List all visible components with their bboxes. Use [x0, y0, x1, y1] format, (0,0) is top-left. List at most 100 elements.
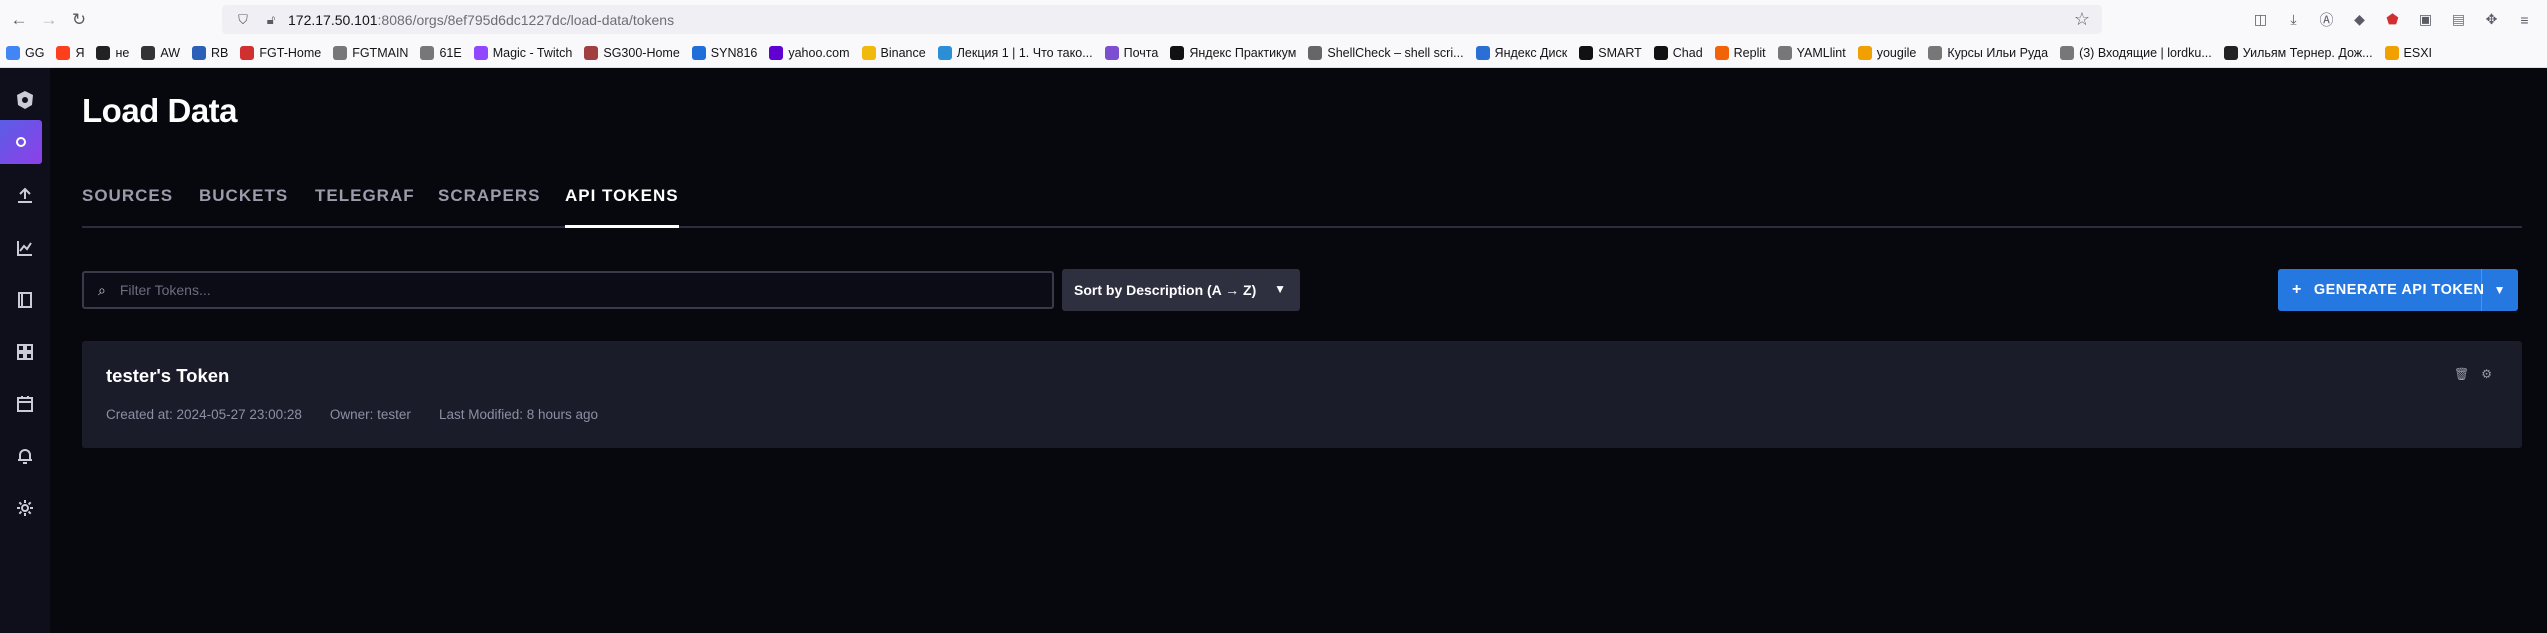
tab-sources[interactable]: SOURCES [82, 186, 173, 228]
forward-icon[interactable]: → [36, 7, 62, 33]
url-text[interactable]: 172.17.50.101:8086/orgs/8ef795d6dc1227dc… [288, 12, 674, 28]
bookmark-favicon-icon [6, 46, 20, 60]
bookmark-item[interactable]: RB [192, 46, 228, 60]
bookmark-label: AW [160, 46, 181, 60]
dashboards-icon[interactable] [0, 330, 50, 374]
insecure-lock-icon[interactable]: 🔓︎ [260, 9, 282, 31]
tab-scrapers[interactable]: SCRAPERS [438, 186, 540, 228]
bookmark-item[interactable]: Яндекс Практикум [1170, 46, 1296, 60]
gear-icon[interactable]: ⚙︎ [2481, 367, 2492, 381]
bookmark-label: yougile [1876, 46, 1917, 60]
address-bar[interactable]: ⛉ 🔓︎ 172.17.50.101:8086/orgs/8ef795d6dc1… [222, 5, 2102, 34]
menu-icon[interactable]: ≡ [2512, 7, 2537, 32]
bookmark-item[interactable]: ShellCheck – shell scri... [1308, 46, 1464, 60]
token-actions: 🗑︎ ⚙︎ [2454, 367, 2492, 381]
tab-api-tokens[interactable]: API TOKENS [565, 186, 679, 228]
bookmark-item[interactable]: Я [56, 46, 84, 60]
bookmark-favicon-icon [1777, 46, 1792, 60]
bookmark-item[interactable]: Курсы Ильи Руда [1928, 46, 2048, 60]
filter-placeholder: Filter Tokens... [119, 282, 211, 298]
bookmark-item[interactable]: GG [6, 46, 44, 60]
bookmark-label: ShellCheck – shell scri... [1327, 46, 1464, 60]
tasks-calendar-icon[interactable] [0, 382, 50, 426]
bookmark-item[interactable]: yougile [1857, 46, 1917, 60]
bookmark-item[interactable]: 61E [420, 46, 462, 60]
bookmark-item[interactable]: Binance [861, 46, 926, 60]
shield-extension-icon[interactable]: ⬟ [2380, 7, 2405, 32]
bookmark-label: Лекция 1 | 1. Что тако... [956, 46, 1093, 60]
bookmark-favicon-icon [861, 46, 876, 60]
bookmark-label: Уильям Тернер. Дож... [2242, 46, 2373, 60]
bookmark-label: (3) Входящие | lordku... [2079, 46, 2212, 60]
nav-org-avatar[interactable] [0, 120, 42, 164]
generate-label: GENERATE API TOKEN [2313, 282, 2485, 298]
settings-gear-icon[interactable] [0, 486, 50, 530]
alerts-bell-icon[interactable] [0, 434, 50, 478]
downloads-icon[interactable]: ⤓ [2281, 7, 2306, 32]
bookmark-item[interactable]: SG300-Home [584, 46, 680, 60]
bookmark-item[interactable]: Magic - Twitch [473, 46, 572, 60]
bookmark-item[interactable]: AW [141, 46, 180, 60]
back-icon[interactable]: ← [6, 7, 32, 33]
extensions-puzzle-icon[interactable]: ✥ [2479, 7, 2504, 32]
bookmark-item[interactable]: yahoo.com [769, 46, 850, 60]
bookmark-favicon-icon [1104, 46, 1119, 60]
bookmark-item[interactable]: не [96, 46, 129, 60]
bookmark-item[interactable]: FGTMAIN [333, 46, 408, 60]
bookmark-item[interactable]: Почта [1104, 46, 1159, 60]
bookmark-label: SYN816 [710, 46, 758, 60]
bookmark-label: Почта [1123, 46, 1159, 60]
shield-icon[interactable]: ⛉ [232, 9, 254, 31]
side-navigation [0, 68, 50, 633]
bookmark-favicon-icon [240, 46, 255, 60]
notebooks-icon[interactable] [0, 278, 50, 322]
bookmark-favicon-icon [1579, 46, 1594, 60]
bookmark-item[interactable]: Лекция 1 | 1. Что тако... [937, 46, 1093, 60]
upload-icon[interactable] [0, 174, 50, 218]
tab-telegraf[interactable]: TELEGRAF [315, 186, 415, 228]
pocket-icon[interactable]: ◫ [2248, 7, 2273, 32]
bookmark-star-icon[interactable]: ☆ [2074, 9, 2090, 30]
bookmark-item[interactable]: (3) Входящие | lordku... [2060, 46, 2212, 60]
extension-icon[interactable]: ◆ [2347, 7, 2372, 32]
token-name[interactable]: tester's Token [106, 365, 229, 387]
filter-tokens-input[interactable]: ⌕ Filter Tokens... [82, 271, 1054, 309]
trash-icon[interactable]: 🗑︎ [2454, 367, 2469, 381]
bookmark-favicon-icon [56, 46, 71, 60]
bookmark-item[interactable]: SYN816 [691, 46, 758, 60]
bookmark-label: 61E [439, 46, 462, 60]
bookmark-favicon-icon [2223, 46, 2238, 60]
bookmark-item[interactable]: Уильям Тернер. Дож... [2223, 46, 2373, 60]
reader-extension-icon[interactable]: ▣ [2413, 7, 2438, 32]
sort-dropdown[interactable]: Sort by Description (A → Z) ▼ [1062, 269, 1300, 311]
influx-logo-icon[interactable] [0, 78, 50, 122]
tab-buckets[interactable]: BUCKETS [199, 186, 288, 228]
token-modified: Last Modified: 8 hours ago [438, 407, 599, 422]
bookmark-favicon-icon [691, 46, 706, 60]
data-explorer-chart-icon[interactable] [0, 226, 50, 270]
bookmark-item[interactable]: Replit [1714, 46, 1766, 60]
bookmark-item[interactable]: Chad [1653, 46, 1703, 60]
toolbar-actions: ◫ ⤓ Ⓐ ◆ ⬟ ▣ ▤ ✥ ≡ [2248, 7, 2537, 32]
bookmark-label: Replit [1733, 46, 1766, 60]
token-card[interactable]: tester's Token Created at: 2024-05-27 23… [82, 341, 2522, 448]
bookmark-item[interactable]: ESXI [2384, 46, 2432, 60]
account-icon[interactable]: Ⓐ [2314, 7, 2339, 32]
green-extension-icon[interactable]: ▤ [2446, 7, 2471, 32]
chevron-down-icon: ▼ [1274, 282, 1286, 296]
bookmark-item[interactable]: FGT-Home [240, 46, 321, 60]
bookmark-label: Binance [880, 46, 926, 60]
bookmark-favicon-icon [2384, 46, 2399, 60]
bookmark-label: FGTMAIN [352, 46, 409, 60]
bookmark-item[interactable]: SMART [1579, 46, 1642, 60]
reload-icon[interactable]: ↻ [66, 7, 92, 33]
bookmarks-bar: GG Яне AW RB FGT-Home FGTMAIN 61E Magic - Twitc… [0, 39, 2547, 68]
bookmark-item[interactable]: Яндекс Диск [1475, 46, 1567, 60]
generate-api-token-button[interactable]: + GENERATE API TOKEN ▼ [2278, 269, 2518, 311]
bookmark-favicon-icon [1653, 46, 1668, 60]
bookmark-favicon-icon [141, 46, 156, 60]
chevron-down-icon[interactable]: ▼ [2494, 283, 2506, 297]
bookmark-favicon-icon [1857, 46, 1872, 60]
bookmark-favicon-icon [192, 46, 207, 60]
bookmark-item[interactable]: YAMLlint [1777, 46, 1846, 60]
